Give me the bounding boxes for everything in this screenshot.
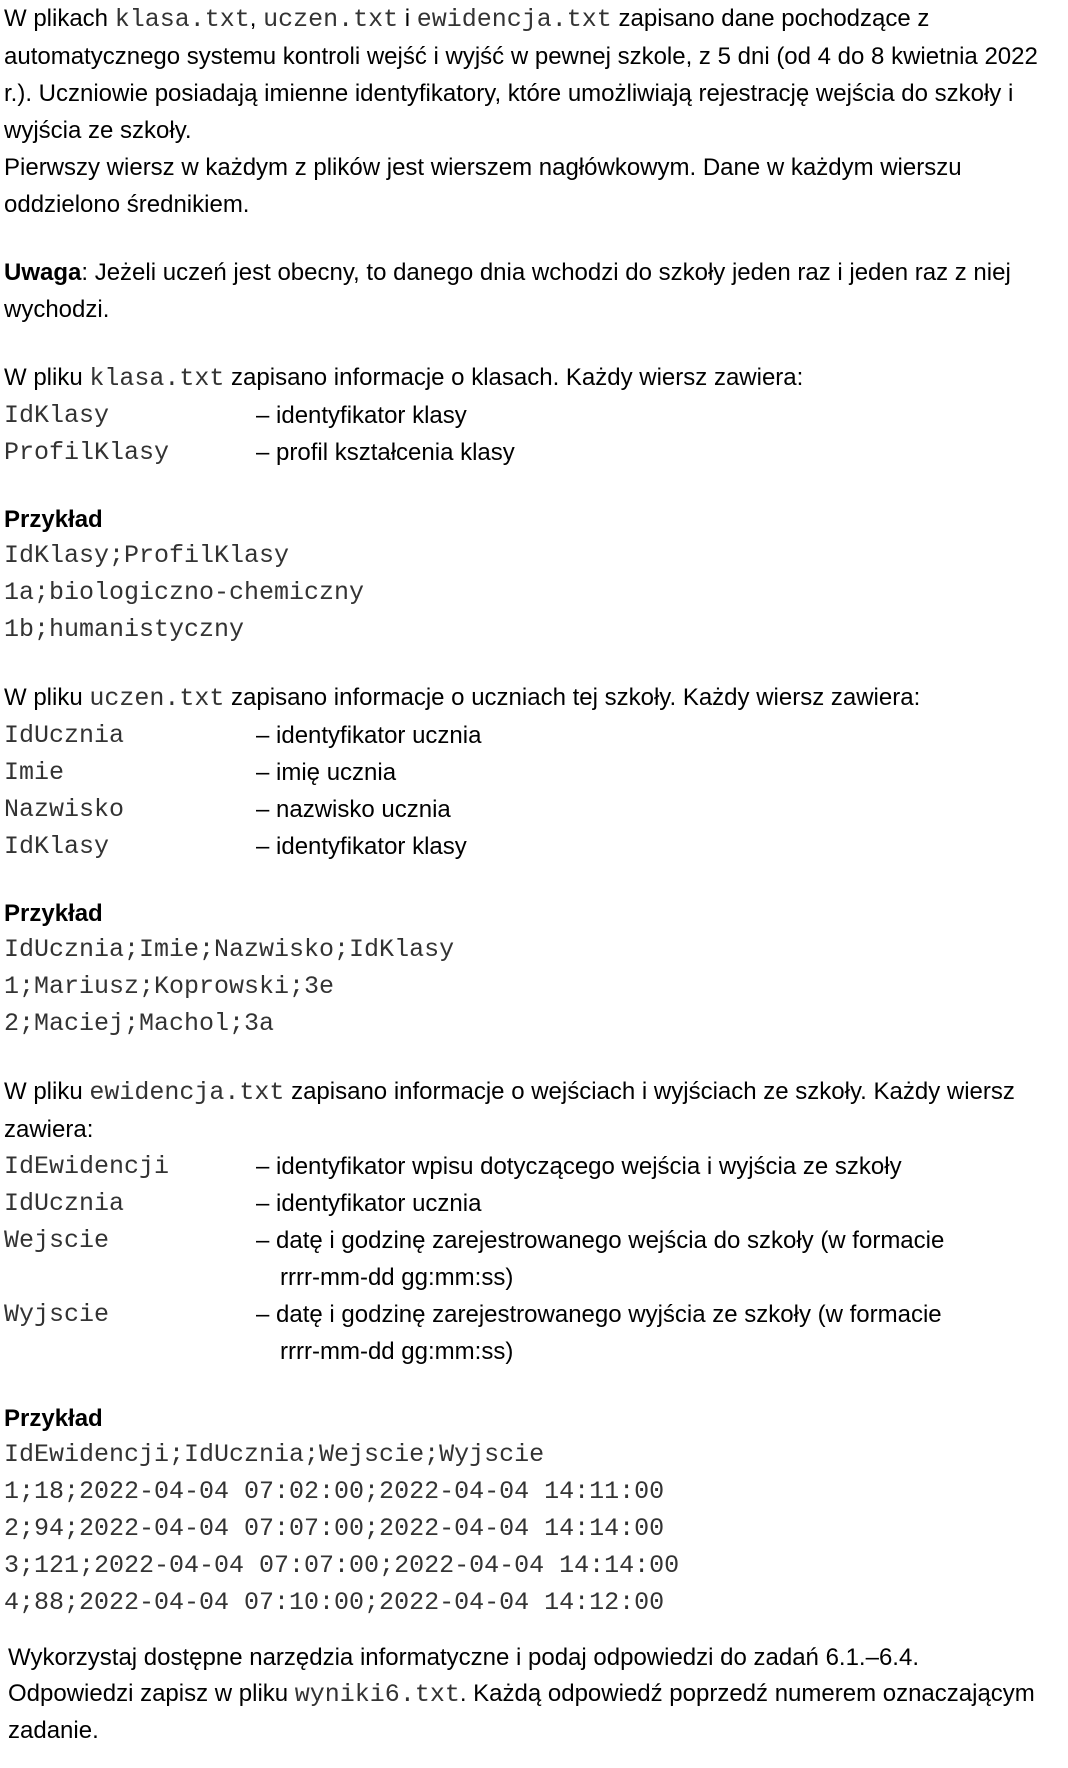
example-line: 1a;biologiczno-chemiczny: [4, 578, 365, 607]
filename-uczen: uczen.txt: [89, 684, 225, 713]
field-description: – identyfikator wpisu dotyczącego wejści…: [256, 1148, 1060, 1185]
filename-klasa: klasa.txt: [114, 5, 250, 34]
ewidencja-section: W pliku ewidencja.txt zapisano informacj…: [4, 1073, 1060, 1621]
note-text: : Jeżeli uczeń jest obecny, to danego dn…: [4, 259, 1011, 323]
field-row: IdEwidencji – identyfikator wpisu dotycz…: [4, 1148, 1060, 1185]
field-row: Imie – imię ucznia: [4, 754, 1060, 791]
example-line: IdUcznia;Imie;Nazwisko;IdKlasy: [4, 935, 455, 964]
field-description: – datę i godzinę zarejestrowanego wyjści…: [256, 1296, 1060, 1370]
field-row: Nazwisko – nazwisko ucznia: [4, 791, 1060, 828]
field-name: IdUcznia: [4, 1189, 125, 1218]
instructions-paragraph: Wykorzystaj dostępne narzędzia informaty…: [8, 1640, 1048, 1749]
example-heading: Przykład: [4, 506, 103, 533]
field-row: IdKlasy – identyfikator klasy: [4, 397, 1060, 434]
field-description-text: – identyfikator wpisu dotyczącego wejści…: [256, 1153, 902, 1180]
document-page: W plikach klasa.txt, uczen.txt i ewidenc…: [4, 0, 1060, 1621]
field-name: IdKlasy: [4, 401, 110, 430]
note-label: Uwaga: [4, 259, 82, 286]
klasa-section: W pliku klasa.txt zapisano informacje o …: [4, 359, 1060, 648]
filename-uczen: uczen.txt: [263, 5, 399, 34]
header-info-paragraph: Pierwszy wiersz w każdym z plików jest w…: [4, 154, 962, 218]
field-description: – identyfikator klasy: [256, 402, 467, 429]
example-heading: Przykład: [4, 1405, 103, 1432]
field-row: ProfilKlasy – profil kształcenia klasy: [4, 434, 1060, 471]
field-name: IdEwidencji: [4, 1152, 170, 1181]
field-format-text: rrrr-mm-dd gg:mm:ss): [280, 1338, 514, 1365]
field-description: – nazwisko ucznia: [256, 796, 451, 823]
example-line: 4;88;2022-04-04 07:10:00;2022-04-04 14:1…: [4, 1588, 665, 1617]
lead-text: W pliku: [4, 364, 90, 391]
intro-text: i: [398, 5, 417, 32]
intro-text: ,: [249, 5, 264, 32]
note-paragraph: Uwaga: Jeżeli uczeń jest obecny, to dane…: [4, 254, 1060, 328]
filename-klasa: klasa.txt: [89, 364, 225, 393]
filename-wyniki: wyniki6.txt: [294, 1680, 460, 1709]
field-description-text: – datę i godzinę zarejestrowanego wyjści…: [256, 1301, 942, 1328]
example-line: 1;Mariusz;Koprowski;3e: [4, 972, 335, 1001]
field-name: Wyjscie: [4, 1300, 110, 1329]
field-row: IdUcznia – identyfikator ucznia: [4, 1185, 1060, 1222]
example-line: 2;94;2022-04-04 07:07:00;2022-04-04 14:1…: [4, 1514, 665, 1543]
lead-text: zapisano informacje o uczniach tej szkoł…: [224, 684, 921, 711]
uczen-section: W pliku uczen.txt zapisano informacje o …: [4, 679, 1060, 1042]
field-name: Imie: [4, 758, 65, 787]
example-line: 1b;humanistyczny: [4, 615, 245, 644]
field-description: – identyfikator ucznia: [256, 1185, 1060, 1222]
example-line: IdEwidencji;IdUcznia;Wejscie;Wyjscie: [4, 1440, 545, 1469]
field-name: Nazwisko: [4, 795, 125, 824]
intro-text: W plikach: [4, 5, 115, 32]
field-description: – identyfikator klasy: [256, 833, 467, 860]
klasa-lead: W pliku klasa.txt zapisano informacje o …: [4, 359, 1060, 397]
example-line: 3;121;2022-04-04 07:07:00;2022-04-04 14:…: [4, 1551, 680, 1580]
filename-ewidencja: ewidencja.txt: [416, 5, 612, 34]
field-name: ProfilKlasy: [4, 438, 170, 467]
field-description: – identyfikator ucznia: [256, 722, 482, 749]
filename-ewidencja: ewidencja.txt: [89, 1078, 285, 1107]
field-description: – imię ucznia: [256, 759, 397, 786]
intro-paragraph: W plikach klasa.txt, uczen.txt i ewidenc…: [4, 0, 1060, 149]
lead-text: W pliku: [4, 1078, 90, 1105]
field-description: – datę i godzinę zarejestrowanego wejści…: [256, 1222, 1060, 1296]
lead-text: zapisano informacje o klasach. Każdy wie…: [224, 364, 804, 391]
field-description-text: – datę i godzinę zarejestrowanego wejści…: [256, 1227, 945, 1254]
field-name: IdUcznia: [4, 721, 125, 750]
field-name: IdKlasy: [4, 832, 110, 861]
field-row: IdKlasy – identyfikator klasy: [4, 828, 1060, 865]
field-format-text: rrrr-mm-dd gg:mm:ss): [280, 1264, 514, 1291]
example-line: 1;18;2022-04-04 07:02:00;2022-04-04 14:1…: [4, 1477, 665, 1506]
lead-text: W pliku: [4, 684, 90, 711]
field-row: IdUcznia – identyfikator ucznia: [4, 717, 1060, 754]
field-name: Wejscie: [4, 1226, 110, 1255]
field-row: Wejscie – datę i godzinę zarejestrowaneg…: [4, 1222, 1060, 1296]
uczen-lead: W pliku uczen.txt zapisano informacje o …: [4, 679, 1060, 717]
example-line: IdKlasy;ProfilKlasy: [4, 541, 290, 570]
example-line: 2;Maciej;Machol;3a: [4, 1009, 275, 1038]
instructions-footer: Wykorzystaj dostępne narzędzia informaty…: [8, 1640, 1048, 1749]
field-description-text: – identyfikator ucznia: [256, 1190, 482, 1217]
field-description: – profil kształcenia klasy: [256, 439, 515, 466]
field-row: Wyjscie – datę i godzinę zarejestrowaneg…: [4, 1296, 1060, 1370]
example-heading: Przykład: [4, 900, 103, 927]
ewidencja-lead: W pliku ewidencja.txt zapisano informacj…: [4, 1073, 1060, 1148]
